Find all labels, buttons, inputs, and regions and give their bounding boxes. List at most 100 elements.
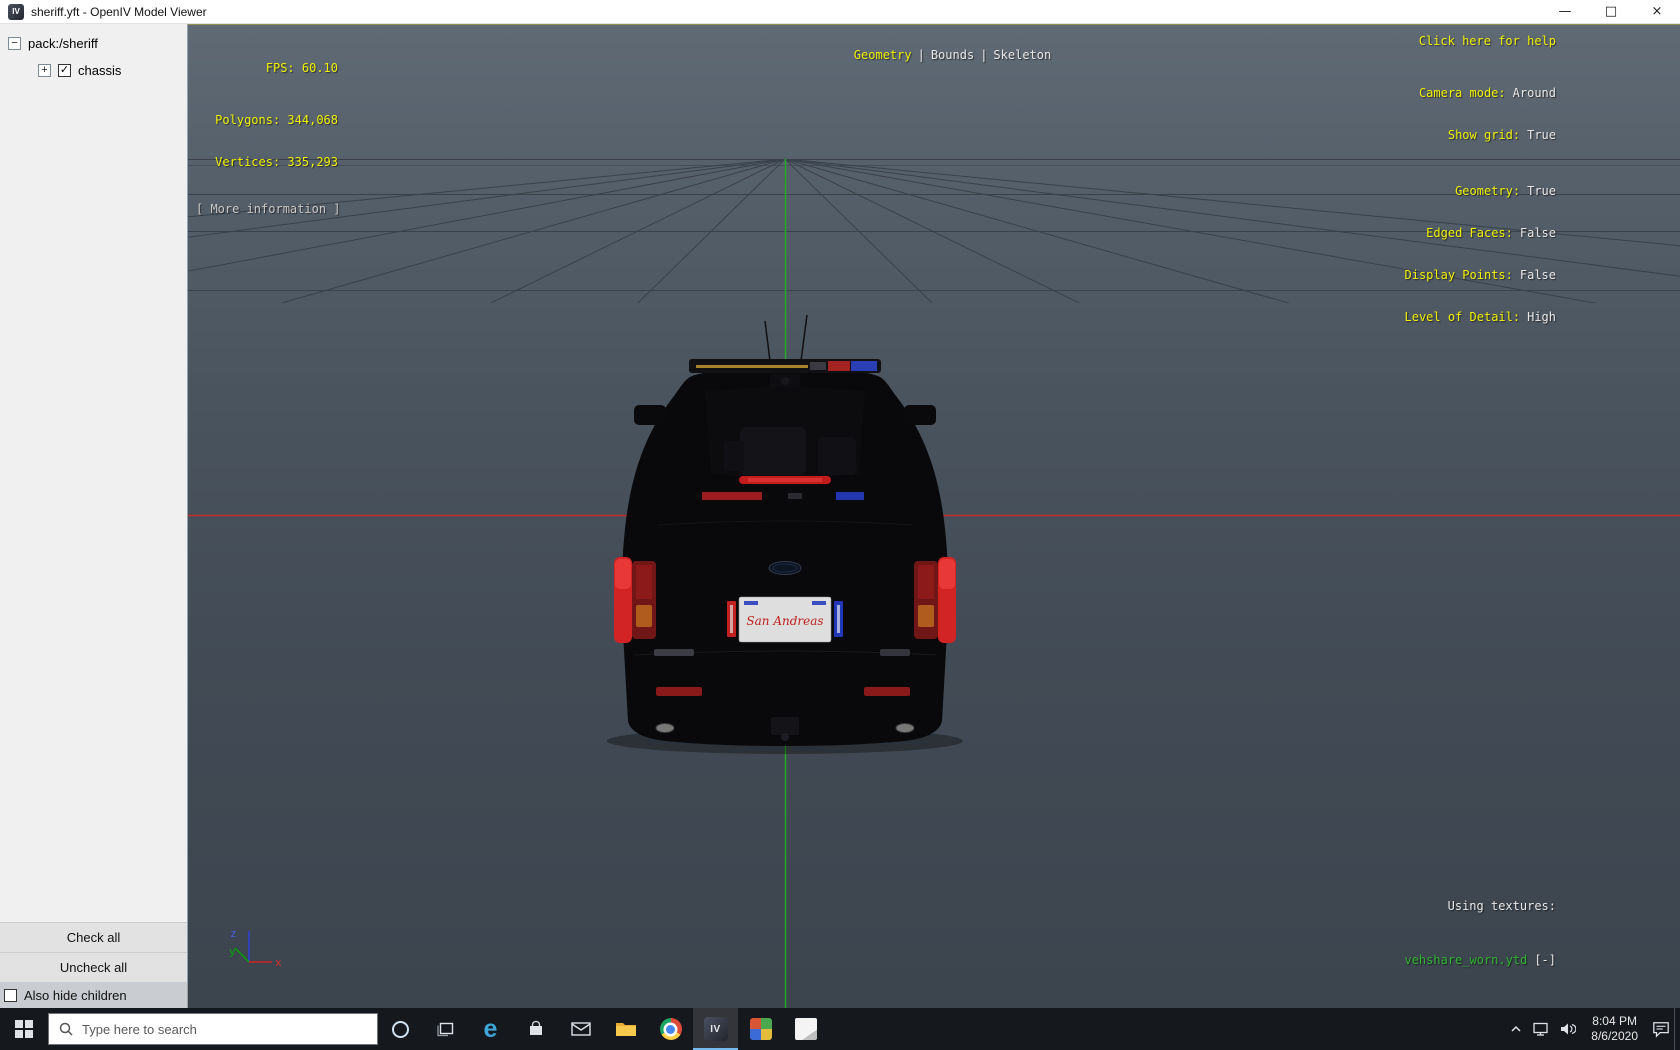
window-title: sheriff.yft - OpenIV Model Viewer	[31, 4, 207, 19]
antenna-icon	[764, 320, 771, 362]
action-center-icon	[1653, 1022, 1669, 1038]
title-bar: IV sheriff.yft - OpenIV Model Viewer — □…	[0, 0, 1680, 24]
vehicle-model: San Andreas	[607, 314, 963, 754]
volume-icon	[1561, 1023, 1577, 1035]
axis-z-label: z	[230, 927, 237, 940]
remove-texture-button[interactable]: [-]	[1534, 1007, 1556, 1008]
cortana-icon	[392, 1020, 409, 1038]
minimize-button[interactable]: —	[1542, 0, 1588, 23]
tab-bounds[interactable]: Bounds	[931, 48, 974, 62]
tree-row-chassis: + ✓ chassis	[0, 57, 187, 84]
license-plate-text: San Andreas	[746, 614, 823, 628]
polygons-counter: Polygons: 344,068	[215, 113, 338, 127]
main-area: − pack:/sheriff + ✓ chassis Check all Un…	[0, 24, 1680, 1008]
file-explorer-icon	[615, 1023, 636, 1036]
also-hide-children-checkbox[interactable]	[4, 988, 17, 1002]
tree-item-pack-sheriff[interactable]: pack:/sheriff	[28, 36, 98, 51]
search-icon	[59, 1022, 73, 1036]
show-desktop-button[interactable]	[1674, 1008, 1680, 1050]
texture-tool-button[interactable]	[738, 1008, 783, 1050]
task-view-icon	[436, 1022, 453, 1037]
clock-date: 8/6/2020	[1591, 1029, 1638, 1043]
tree-item-chassis[interactable]: chassis	[78, 63, 121, 78]
chassis-checkbox[interactable]: ✓	[58, 64, 71, 77]
taskbar: Type here to search e IV 8:04 PM 8/6/202…	[0, 1008, 1680, 1050]
edge-button[interactable]: e	[468, 1008, 513, 1050]
license-plate: San Andreas	[727, 596, 843, 643]
textures-panel: Using textures: vehshare_worn.ytd[-] veh…	[1397, 861, 1556, 1008]
render-mode-tabs: Geometry | Bounds | Skeleton	[793, 34, 1054, 76]
clock-time: 8:04 PM	[1592, 1014, 1637, 1028]
model-tree-panel: − pack:/sheriff + ✓ chassis Check all Un…	[0, 24, 188, 1008]
mail-icon	[570, 1022, 591, 1036]
tree-row-pack-sheriff: − pack:/sheriff	[0, 30, 187, 57]
task-view-button[interactable]	[423, 1008, 468, 1050]
openiv-window-icon[interactable]: IV	[8, 3, 24, 20]
network-icon	[1533, 1022, 1548, 1036]
file-explorer-button[interactable]	[603, 1008, 648, 1050]
setting-level-of-detail[interactable]: Level of Detail: High	[1405, 310, 1557, 324]
help-link[interactable]: Click here for help	[1419, 34, 1556, 48]
windows-logo-icon	[15, 1020, 33, 1038]
axis-gizmo: z y x	[229, 927, 282, 969]
chrome-button[interactable]	[648, 1008, 693, 1050]
axis-x-label: x	[275, 956, 282, 969]
taillight-left	[614, 557, 656, 643]
stats-overlay: FPS: 60.10 Polygons: 344,068 Vertices: 3…	[196, 33, 341, 244]
axis-y-label: y	[229, 945, 236, 958]
search-placeholder: Type here to search	[82, 1021, 197, 1037]
maximize-button[interactable]: □	[1588, 0, 1634, 23]
window-controls: — □ ×	[1542, 0, 1680, 23]
volume-control[interactable]	[1555, 1008, 1581, 1050]
openiv-icon: IV	[703, 1017, 728, 1041]
setting-show-grid[interactable]: Show grid: True	[1405, 128, 1556, 142]
more-information-link[interactable]: [ More information ]	[196, 202, 341, 216]
model-tree: − pack:/sheriff + ✓ chassis	[0, 24, 187, 84]
network-status[interactable]	[1529, 1008, 1555, 1050]
texture-tool-icon	[749, 1018, 772, 1040]
taskbar-search[interactable]: Type here to search	[48, 1013, 378, 1045]
start-button[interactable]	[0, 1008, 48, 1050]
vertices-counter: Vertices: 335,293	[215, 155, 338, 169]
screen: IV sheriff.yft - OpenIV Model Viewer — □…	[0, 0, 1680, 1050]
store-button[interactable]	[513, 1008, 558, 1050]
openiv-taskbar-button[interactable]: IV	[693, 1008, 738, 1050]
edge-icon: e	[483, 1015, 498, 1043]
notes-app-button[interactable]	[783, 1008, 828, 1050]
chevron-up-icon	[1511, 1025, 1521, 1032]
lightbar	[689, 359, 881, 373]
viewer-settings: Camera mode: Around Show grid: True Geomet…	[1405, 58, 1557, 352]
close-button[interactable]: ×	[1634, 0, 1680, 23]
tab-geometry[interactable]: Geometry	[854, 48, 912, 62]
check-all-button[interactable]: Check all	[0, 922, 187, 952]
model-viewport: San Andreas z y x FPS: 60.10 Polygons: 3…	[188, 24, 1680, 1008]
fps-counter: FPS: 60.10	[265, 61, 338, 75]
remove-texture-button[interactable]: [-]	[1534, 953, 1556, 967]
taillight-right	[914, 557, 956, 643]
mail-button[interactable]	[558, 1008, 603, 1050]
tab-separator: |	[917, 48, 925, 62]
texture-item: vehshare_worn.ytd [-]	[1404, 953, 1556, 967]
setting-camera-mode[interactable]: Camera mode: Around	[1405, 86, 1556, 100]
texture-item: vehshare_army.ytd[-]	[1397, 1005, 1556, 1008]
expand-icon[interactable]: +	[38, 64, 51, 77]
tree-panel-footer: Check all Uncheck all Also hide children	[0, 922, 187, 1008]
tab-skeleton[interactable]: Skeleton	[993, 48, 1051, 62]
also-hide-children-row: Also hide children	[0, 982, 187, 1008]
tab-separator: |	[980, 48, 988, 62]
uncheck-all-button[interactable]: Uncheck all	[0, 952, 187, 982]
tray-expand-button[interactable]	[1503, 1008, 1529, 1050]
system-tray: 8:04 PM 8/6/2020	[1503, 1008, 1680, 1050]
notes-app-icon	[794, 1018, 817, 1040]
action-center-button[interactable]	[1648, 1008, 1674, 1050]
store-icon	[529, 1020, 542, 1035]
taskbar-clock[interactable]: 8:04 PM 8/6/2020	[1591, 1014, 1638, 1044]
also-hide-children-label: Also hide children	[24, 987, 127, 1003]
chrome-icon	[659, 1018, 682, 1040]
setting-geometry[interactable]: Geometry: True	[1405, 184, 1556, 198]
textures-header: Using textures:	[1447, 899, 1556, 913]
setting-edged-faces[interactable]: Edged Faces: False	[1405, 226, 1556, 240]
setting-display-points[interactable]: Display Points: False	[1405, 268, 1557, 282]
cortana-button[interactable]	[378, 1008, 423, 1050]
collapse-icon[interactable]: −	[8, 37, 21, 50]
